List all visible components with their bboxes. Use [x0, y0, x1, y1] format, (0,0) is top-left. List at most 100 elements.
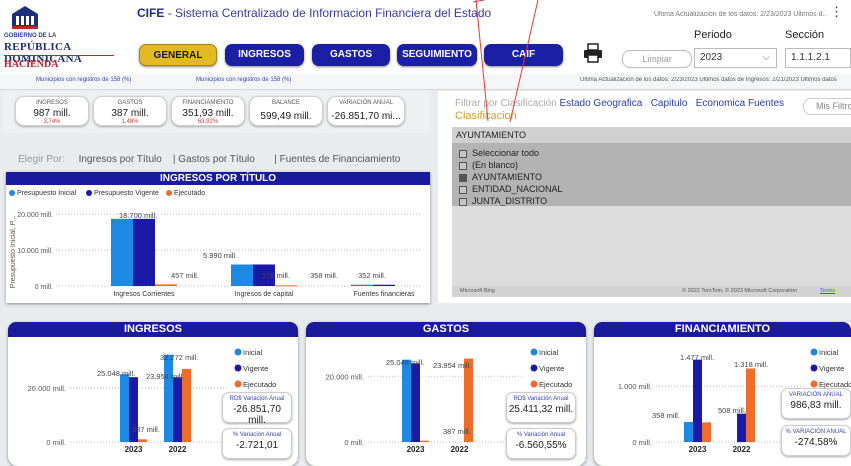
x-tick-label: Fuentes financieras	[353, 291, 415, 298]
bar	[138, 439, 147, 442]
legend-label: Vigente	[819, 364, 844, 373]
map-terms-link[interactable]: Terms	[820, 286, 835, 297]
box-value: -2.721,01	[235, 440, 279, 451]
y-tick-label: 20.000 mill.	[17, 212, 53, 219]
app-title: CIFE - Sistema Centralizado de Informaci…	[137, 6, 491, 20]
data-label: 1.477 mill.	[680, 353, 714, 362]
option-en-blanco[interactable]: (En blanco)	[459, 160, 518, 170]
clear-filters-button[interactable]: Limpiar	[622, 50, 692, 68]
data-label: 178 mill.	[262, 271, 290, 280]
printer-icon[interactable]	[583, 43, 603, 63]
last-update-detail: Última Actualización de los datos: 2/23/…	[580, 77, 837, 83]
caif-button[interactable]: CAIF	[484, 44, 563, 66]
legend-label: Vigente	[539, 364, 564, 373]
hacienda-logo: GOBIERNO DE LA REPÚBLICA DOMINICANA HACI…	[4, 4, 114, 70]
ingresos-button[interactable]: INGRESOS	[225, 44, 304, 66]
municipios-text-2: Municipios con registros de 158 (%)	[196, 77, 292, 83]
selector-ingresos-titulo[interactable]: Ingresos por Título	[79, 154, 162, 165]
option-label: Seleccionar todo	[472, 148, 540, 158]
selector-gastos-titulo[interactable]: | Gastos por Título	[173, 154, 255, 165]
seguimiento-button[interactable]: SEGUIMIENTO	[397, 44, 477, 66]
kpi-title: BALANCE	[271, 100, 300, 106]
periodo-dropdown[interactable]: 2023 ⌵	[694, 48, 777, 68]
legend-label: Vigente	[243, 364, 268, 373]
bar	[133, 218, 155, 286]
box-title: VARIACIÓN ANUAL	[789, 392, 843, 398]
tab-geografica[interactable]: Geografica	[593, 98, 642, 109]
map-area[interactable]	[452, 206, 851, 286]
selector-fuentes[interactable]: | Fuentes de Financiamiento	[274, 154, 400, 165]
checkbox[interactable]	[459, 185, 467, 194]
variacion-pct-box: % Variación Anual -2.721,01	[222, 428, 292, 459]
ingresos-por-titulo-chart: INGRESOS POR TÍTULO Presupuesto Inicial …	[6, 172, 430, 303]
bar	[411, 363, 420, 442]
box-title: RD$ Variación Anual	[229, 396, 285, 402]
tab-economica[interactable]: Economica	[696, 98, 745, 109]
tab-estado[interactable]: Estado	[560, 98, 591, 109]
x-tick-label: Ingresos de capital	[235, 291, 294, 298]
kpi-value: 987 mill.	[33, 108, 71, 119]
data-label: 358 mill.	[310, 271, 338, 280]
bar	[684, 422, 693, 442]
more-options-icon[interactable]: ⋮	[830, 4, 843, 20]
bar	[420, 440, 429, 442]
mis-filtros-button[interactable]: Mis Filtros	[803, 98, 851, 115]
legend-label: Ejecutado	[539, 380, 572, 389]
filter-tabs: Filtrar por Clasificación Estado Geograf…	[455, 98, 784, 109]
checkbox[interactable]	[459, 173, 467, 182]
y-tick-label: 0 mill.	[344, 438, 364, 447]
bar	[351, 284, 373, 286]
legend-dot	[530, 364, 538, 372]
ingresos-titulo-svg: Presupuesto Inicial, P... 0 mill. 10.000 m…	[10, 211, 421, 298]
bing-logo: Microsoft Bing	[460, 288, 495, 294]
option-label: JUNTA_DISTRITO	[472, 196, 548, 206]
checkbox[interactable]	[459, 197, 467, 206]
kpi-value: 599,49 mill.	[260, 111, 312, 122]
variacion-pct-box: % Variación Anual -6.560,55%	[506, 428, 576, 459]
panel-financiamiento: FINANCIAMIENTO 0 mill. 1.000 mill. 2023 202…	[594, 322, 851, 466]
kpi-value: -26.851,70 mi...	[331, 111, 401, 122]
box-value: 25.411,32 mill.	[508, 404, 574, 415]
legend-dot	[530, 348, 538, 356]
tab-fuentes[interactable]: Fuentes	[748, 98, 784, 109]
tab-capitulo[interactable]: Capitulo	[651, 98, 688, 109]
y-tick-label: 20.000 mill.	[326, 372, 364, 381]
box-title: % Variación Anual	[232, 432, 282, 438]
data-label: 25.048 mill.	[97, 369, 135, 378]
data-label: 23.954 mill.	[146, 372, 184, 381]
bar	[120, 374, 129, 442]
box-title: RD$ Variación Anual	[513, 396, 569, 402]
clasificacion-label: Clasificacion	[455, 110, 517, 122]
chevron-down-icon: ⌵	[762, 52, 770, 63]
app-full-name: - Sistema Centralizado de Informacion Fi…	[167, 6, 492, 20]
legend-label: Ejecutado	[243, 380, 276, 389]
option-seleccionar-todo[interactable]: Seleccionar todo	[459, 148, 539, 158]
data-label: 18.700 mill.	[119, 211, 157, 220]
legend-dot	[234, 364, 242, 372]
checkbox[interactable]	[459, 149, 467, 158]
data-label: 457 mill.	[171, 271, 199, 280]
gastos-button[interactable]: GASTOS	[312, 44, 390, 66]
data-label: 352 mill.	[358, 271, 386, 280]
general-button[interactable]: GENERAL	[139, 44, 217, 66]
kpi-financiamiento: FINANCIAMIENTO 351,93 mill. 63,92%	[171, 96, 245, 126]
option-junta-distrito[interactable]: JUNTA_DISTRITO	[459, 196, 547, 206]
legend-dot	[530, 380, 538, 388]
tab-clasificacion[interactable]: Clasificación	[501, 98, 557, 109]
bar	[702, 422, 711, 442]
seccion-dropdown[interactable]: 1.1.1.2.1	[785, 48, 851, 68]
periodo-value: 2023	[700, 52, 723, 63]
data-label: 387 mill.	[443, 427, 471, 436]
x-tick-label: Ingresos Corrientes	[113, 291, 175, 298]
map-copyright: © 2022 TomTom, © 2023 Microsoft Corporat…	[682, 288, 798, 294]
option-ayuntamiento[interactable]: AYUNTAMIENTO	[459, 172, 542, 182]
option-entidad-nacional[interactable]: ENTIDAD_NACIONAL	[459, 184, 563, 194]
municipios-text-1: Municipios con registros de 158 (%)	[36, 77, 132, 83]
map-footer: Microsoft Bing © 2022 TomTom, © 2023 Mic…	[452, 286, 851, 297]
checkbox[interactable]	[459, 161, 467, 170]
clasificacion-dropdown[interactable]: AYUNTAMIENTO	[452, 127, 851, 143]
legend-dot	[810, 364, 818, 372]
variacion-rd-box: RD$ Variación Anual 25.411,32 mill.	[506, 392, 576, 423]
kpi-title: VARIACIÓN ANUAL	[339, 100, 393, 106]
app-short-name: CIFE	[137, 6, 165, 20]
